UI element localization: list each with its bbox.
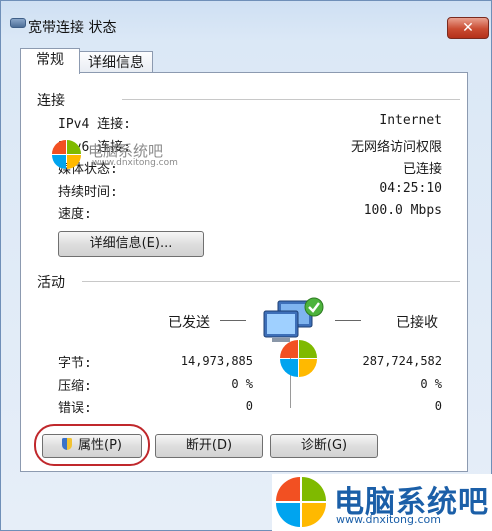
errors-label: 错误: (58, 401, 92, 416)
properties-button[interactable]: 属性(P) (42, 434, 142, 458)
speed-value: 100.0 Mbps (363, 203, 442, 218)
network-icon (10, 18, 26, 28)
duration-label: 持续时间: (58, 185, 118, 200)
watermark-logo-small-icon (52, 140, 82, 170)
watermark-big-url: www.dnxitong.com (336, 513, 441, 526)
ipv4-value: Internet (379, 113, 442, 128)
connection-divider (122, 99, 460, 100)
connection-heading: 连接 (37, 93, 65, 109)
properties-label: 属性(P) (78, 438, 122, 453)
compression-sent: 0 % (231, 377, 253, 391)
errors-received: 0 (434, 399, 442, 413)
diagnose-button[interactable]: 诊断(G) (270, 434, 378, 458)
bytes-received: 287,724,582 (362, 354, 442, 368)
errors-sent: 0 (245, 399, 253, 413)
shield-icon (62, 438, 72, 450)
details-button[interactable]: 详细信息(E)... (58, 231, 204, 257)
media-state-value: 已连接 (402, 162, 442, 177)
received-line (335, 320, 361, 321)
close-button[interactable]: ✕ (447, 17, 489, 39)
activity-heading: 活动 (37, 275, 65, 291)
ipv6-value: 无网络访问权限 (350, 140, 442, 155)
ipv4-label: IPv4 连接: (58, 117, 131, 132)
title-bar[interactable]: 宽带连接 状态 ✕ (0, 0, 492, 40)
watermark-logo-large-icon (276, 477, 326, 527)
watermark-logo-medium-icon (280, 340, 318, 378)
bytes-label: 字节: (58, 356, 92, 371)
bytes-sent: 14,973,885 (180, 354, 253, 368)
tab-general[interactable]: 常规 (20, 48, 80, 74)
sent-line (220, 320, 246, 321)
window-title: 宽带连接 状态 (28, 20, 117, 36)
duration-value: 04:25:10 (379, 181, 442, 196)
compression-received: 0 % (420, 377, 442, 391)
compression-label: 压缩: (58, 379, 92, 394)
activity-divider (82, 281, 460, 282)
tab-details[interactable]: 详细信息 (79, 51, 153, 74)
sent-label: 已发送 (168, 315, 210, 331)
speed-label: 速度: (58, 207, 92, 222)
disconnect-button[interactable]: 断开(D) (155, 434, 263, 458)
received-label: 已接收 (396, 315, 438, 331)
watermark-small-url: www.dnxitong.com (92, 158, 178, 168)
